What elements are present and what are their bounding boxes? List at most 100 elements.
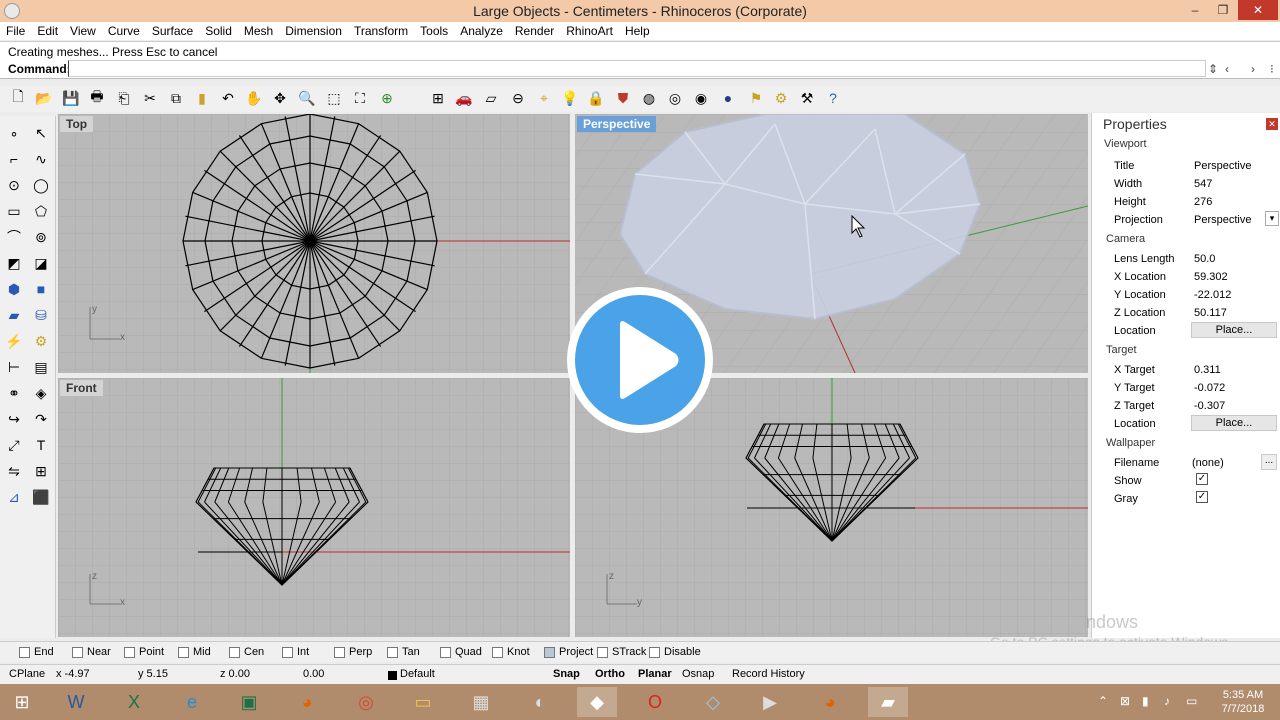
- settings-gear-icon[interactable]: ⚙: [771, 88, 791, 108]
- osnap-end[interactable]: End: [19, 646, 54, 658]
- osnap-project[interactable]: Project: [544, 646, 593, 658]
- viewport-tab-front[interactable]: Front: [60, 380, 103, 396]
- gray-checkbox[interactable]: ✓: [1196, 491, 1208, 503]
- osnap-strack-checkbox[interactable]: [597, 646, 608, 658]
- keyboard-icon[interactable]: ▭: [1186, 694, 1197, 708]
- projection-dropdown-icon[interactable]: ▾: [1265, 211, 1279, 226]
- viewport-tab-perspective[interactable]: Perspective: [577, 116, 657, 132]
- menu-rhinoart[interactable]: RhinoArt: [560, 22, 619, 40]
- polygon-icon[interactable]: ⬠: [30, 200, 52, 222]
- import-icon[interactable]: ⎗: [114, 88, 134, 108]
- menu-dimension[interactable]: Dimension: [279, 22, 348, 40]
- osnap-knot[interactable]: Knot: [492, 646, 530, 658]
- offset-icon[interactable]: ⊚: [30, 226, 52, 248]
- osnap-mid-checkbox[interactable]: [178, 646, 189, 658]
- status-record-history-toggle[interactable]: Record History: [732, 668, 805, 680]
- render-sphere-icon[interactable]: ●: [718, 88, 738, 108]
- osnap-end-checkbox[interactable]: [19, 646, 30, 658]
- filename-browse-button[interactable]: ...: [1261, 454, 1277, 470]
- osnap-perp-checkbox[interactable]: [334, 646, 345, 658]
- copy-icon[interactable]: ⧉: [166, 88, 186, 108]
- menu-curve[interactable]: Curve: [102, 22, 146, 40]
- firefox-2-icon[interactable]: ◕: [810, 687, 850, 717]
- select-arrow-icon[interactable]: ↖: [30, 122, 52, 144]
- osnap-cen[interactable]: Cen: [229, 646, 264, 658]
- explode-icon[interactable]: ↷: [30, 408, 52, 430]
- prop-yloc-value[interactable]: -22.012: [1194, 289, 1231, 301]
- rhino-app-icon[interactable]: [4, 3, 20, 19]
- box-icon[interactable]: ■: [30, 278, 52, 300]
- color-wheel-icon[interactable]: ◍: [639, 88, 659, 108]
- file-explorer-icon[interactable]: ▭: [403, 687, 443, 717]
- point-icon[interactable]: ∘: [3, 122, 25, 144]
- save-icon[interactable]: 💾: [61, 88, 81, 108]
- prop-filename-value[interactable]: (none): [1192, 457, 1224, 469]
- ellipse-icon[interactable]: ⊙: [3, 174, 25, 196]
- project-app-icon[interactable]: ▣: [229, 687, 269, 717]
- windows-start-icon[interactable]: ⊞: [2, 687, 42, 717]
- status-ortho-toggle[interactable]: Ortho: [595, 668, 625, 680]
- maximize-button[interactable]: ❐: [1209, 0, 1237, 20]
- text-t-icon[interactable]: T: [30, 434, 52, 456]
- cplane-icon[interactable]: ⊖: [508, 88, 528, 108]
- menu-help[interactable]: Help: [619, 22, 656, 40]
- opera-icon[interactable]: O: [635, 687, 675, 717]
- prop-height-value[interactable]: 276: [1194, 196, 1212, 208]
- zoom-window-icon[interactable]: ⬚: [324, 88, 344, 108]
- command-back-icon[interactable]: ‹: [1225, 62, 1229, 76]
- prop-lens-value[interactable]: 50.0: [1194, 253, 1215, 265]
- video-play-button[interactable]: [567, 287, 713, 433]
- flag-icon[interactable]: ⚑: [746, 88, 766, 108]
- close-button[interactable]: ✕: [1238, 0, 1278, 20]
- excel-icon[interactable]: X: [114, 687, 154, 717]
- osnap-near-checkbox[interactable]: [72, 646, 83, 658]
- osnap-point-checkbox[interactable]: [124, 646, 135, 658]
- viewport-layout-icon[interactable]: ⊞: [428, 88, 448, 108]
- sphere-grid-icon[interactable]: ◉: [691, 88, 711, 108]
- osnap-project-checkbox[interactable]: [544, 646, 555, 658]
- tools-icon[interactable]: ⚒: [797, 88, 817, 108]
- menu-file[interactable]: File: [0, 22, 31, 40]
- dimension-icon[interactable]: ⊢: [3, 356, 25, 378]
- new-file-icon[interactable]: 🗋: [8, 88, 28, 108]
- status-snap-toggle[interactable]: Snap: [553, 668, 580, 680]
- open-folder-icon[interactable]: 📂: [34, 88, 54, 108]
- snap-icon[interactable]: ⌖: [534, 88, 554, 108]
- car-icon[interactable]: 🚗: [454, 88, 474, 108]
- grid-plane-icon[interactable]: ▱: [481, 88, 501, 108]
- menu-surface[interactable]: Surface: [146, 22, 199, 40]
- viewport-tab-top[interactable]: Top: [60, 116, 94, 132]
- prop-ztarget-value[interactable]: -0.307: [1194, 400, 1225, 412]
- menu-analyze[interactable]: Analyze: [454, 22, 509, 40]
- rectangle-icon[interactable]: ▭: [3, 200, 25, 222]
- cut-icon[interactable]: ✂: [140, 88, 160, 108]
- volume-icon[interactable]: ♪: [1164, 694, 1170, 708]
- osnap-int-checkbox[interactable]: [282, 646, 293, 658]
- status-layer[interactable]: Default: [400, 668, 435, 680]
- prop-width-value[interactable]: 547: [1194, 178, 1212, 190]
- menu-view[interactable]: View: [64, 22, 102, 40]
- zoom-extents-icon[interactable]: ⛶: [350, 88, 370, 108]
- circle-icon[interactable]: ◯: [30, 174, 52, 196]
- notes-icon[interactable]: ◇: [693, 687, 733, 717]
- section-camera[interactable]: Camera: [1106, 233, 1145, 245]
- osnap-disable-checkbox[interactable]: [649, 646, 660, 658]
- top-viewport[interactable]: y x Top: [58, 114, 570, 373]
- menu-edit[interactable]: Edit: [31, 22, 64, 40]
- cylinder-icon[interactable]: ⛁: [30, 304, 52, 326]
- command-forward-icon[interactable]: ›: [1251, 62, 1255, 76]
- print-icon[interactable]: 🖶: [87, 88, 107, 108]
- movie-maker-icon[interactable]: ▰: [868, 687, 908, 717]
- clock[interactable]: 5:35 AM 7/7/2018: [1212, 688, 1274, 716]
- network-icon[interactable]: ⊠: [1120, 694, 1130, 708]
- prop-xloc-value[interactable]: 59.302: [1194, 271, 1228, 283]
- osnap-tan-checkbox[interactable]: [387, 646, 398, 658]
- extrude-icon[interactable]: ▰: [3, 304, 25, 326]
- menu-tools[interactable]: Tools: [414, 22, 454, 40]
- osnap-mid[interactable]: Mid: [178, 646, 211, 658]
- transform-gear-icon[interactable]: ⚙: [30, 330, 52, 352]
- surface-icon[interactable]: ◩: [3, 252, 25, 274]
- osnap-strack[interactable]: STrack: [597, 646, 646, 658]
- status-osnap-toggle[interactable]: Osnap: [682, 668, 714, 680]
- rhino-taskbar-icon[interactable]: ◆: [577, 687, 617, 717]
